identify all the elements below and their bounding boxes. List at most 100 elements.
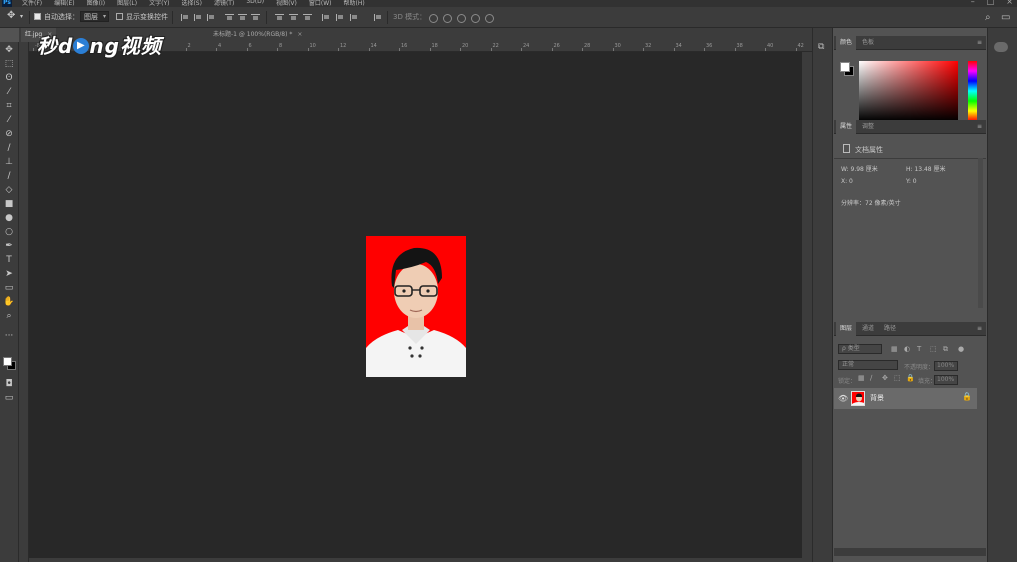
- 3d-slide-icon[interactable]: [470, 13, 480, 23]
- tab-untitled-1[interactable]: 未标题-1 @ 100%(RGB/8) * ×: [209, 28, 306, 42]
- tab-adjustments[interactable]: 调整: [858, 120, 878, 134]
- 3d-scale-icon[interactable]: [484, 13, 494, 23]
- rectangle-tool-icon[interactable]: ▭: [3, 282, 15, 294]
- lock-all-icon[interactable]: 🔒: [906, 374, 915, 382]
- distribute-left-icon[interactable]: [321, 13, 330, 22]
- auto-select-checkbox[interactable]: 自动选择：: [34, 11, 79, 23]
- zoom-tool-icon[interactable]: ⌕: [3, 310, 15, 322]
- blend-mode-dropdown[interactable]: 正常: [838, 360, 898, 370]
- hue-slider[interactable]: [968, 61, 977, 121]
- brush-tool-icon[interactable]: ∕: [3, 142, 15, 154]
- quick-mask-icon[interactable]: ◘: [3, 378, 15, 390]
- vertical-scrollbar[interactable]: [802, 52, 812, 562]
- filter-shape-icon[interactable]: ⬚: [930, 345, 937, 353]
- auto-select-dropdown[interactable]: 图层: [80, 11, 109, 23]
- search-icon[interactable]: ⌕: [985, 12, 991, 23]
- menu-item[interactable]: 选择(S): [181, 0, 202, 7]
- tab-layers[interactable]: 图层: [836, 322, 857, 336]
- crop-tool-icon[interactable]: ⌗: [3, 100, 15, 112]
- align-hcenter-icon[interactable]: [193, 13, 202, 22]
- distribute-top-icon[interactable]: [275, 13, 284, 22]
- eyedropper-icon[interactable]: ⁄: [3, 114, 15, 126]
- lock-pixels-icon[interactable]: ∕: [870, 374, 872, 382]
- hand-tool-icon[interactable]: ✋: [3, 296, 15, 308]
- visibility-eye-icon[interactable]: 👁: [838, 394, 848, 403]
- menu-item[interactable]: 文件(F): [22, 0, 42, 7]
- pen-tool-icon[interactable]: ✒: [3, 240, 15, 252]
- foreground-color[interactable]: [3, 357, 12, 366]
- filter-toggle-icon[interactable]: ●: [958, 345, 964, 353]
- tab-swatches[interactable]: 色板: [858, 36, 878, 50]
- more-tools-icon[interactable]: ···: [3, 330, 15, 342]
- healing-brush-icon[interactable]: ⊘: [3, 128, 15, 140]
- distribute-vcenter-icon[interactable]: [289, 13, 298, 22]
- color-foreground-swatch[interactable]: [840, 62, 850, 72]
- menu-item[interactable]: 编辑(E): [54, 0, 74, 7]
- history-panel-icon[interactable]: ⧉: [818, 42, 824, 52]
- layer-row-background[interactable]: 👁 背景 🔒: [834, 388, 977, 409]
- tool-preset-dropdown[interactable]: ▾: [20, 11, 23, 23]
- clone-stamp-icon[interactable]: ⊥: [3, 156, 15, 168]
- move-tool-icon[interactable]: ✥: [3, 44, 15, 56]
- history-brush-icon[interactable]: ∕: [3, 170, 15, 182]
- menu-item[interactable]: 窗口(W): [309, 0, 332, 7]
- screen-mode-icon[interactable]: ▭: [3, 392, 15, 404]
- menu-item[interactable]: 图层(L): [117, 0, 137, 7]
- filter-smart-icon[interactable]: ⧉: [943, 345, 948, 354]
- filter-pixel-icon[interactable]: ▦: [891, 345, 898, 353]
- menu-item[interactable]: 3D(D): [246, 0, 264, 7]
- 3d-roll-icon[interactable]: [442, 13, 452, 23]
- color-field[interactable]: [859, 61, 958, 121]
- maximize-icon[interactable]: □: [987, 0, 995, 6]
- close-icon[interactable]: ×: [1006, 0, 1013, 6]
- blur-tool-icon[interactable]: ●: [3, 212, 15, 224]
- align-top-icon[interactable]: [225, 13, 234, 22]
- align-right-icon[interactable]: [206, 13, 215, 22]
- menu-item[interactable]: 文字(Y): [149, 0, 169, 7]
- 3d-rotate-icon[interactable]: [428, 13, 438, 23]
- layer-filter-input[interactable]: ρ 类型: [838, 344, 882, 354]
- lock-transparent-icon[interactable]: ▦: [858, 374, 865, 382]
- magic-wand-icon[interactable]: ⁄: [3, 86, 15, 98]
- panel-menu-icon[interactable]: ≡: [977, 325, 982, 332]
- auto-align-icon[interactable]: [373, 13, 382, 22]
- foreground-background-swatch[interactable]: [3, 357, 16, 370]
- distribute-right-icon[interactable]: [349, 13, 358, 22]
- distribute-hcenter-icon[interactable]: [335, 13, 344, 22]
- filter-type-icon[interactable]: T: [917, 345, 921, 353]
- align-bottom-icon[interactable]: [251, 13, 260, 22]
- menu-item[interactable]: 图像(I): [87, 0, 105, 7]
- dodge-tool-icon[interactable]: ○: [3, 226, 15, 238]
- lasso-tool-icon[interactable]: ʘ: [3, 72, 15, 84]
- fill-input[interactable]: 100%: [934, 375, 958, 385]
- panel-menu-icon[interactable]: ≡: [977, 123, 982, 130]
- distribute-bottom-icon[interactable]: [303, 13, 312, 22]
- horizontal-scrollbar[interactable]: [29, 558, 802, 562]
- tab-paths[interactable]: 路径: [880, 322, 900, 336]
- marquee-tool-icon[interactable]: ⬚: [3, 58, 15, 70]
- tab-close-icon[interactable]: ×: [297, 31, 302, 38]
- minimize-icon[interactable]: –: [971, 0, 975, 6]
- workspace-icon[interactable]: ▭: [1001, 12, 1010, 23]
- align-vcenter-icon[interactable]: [238, 13, 247, 22]
- tab-channels[interactable]: 通道: [858, 322, 878, 336]
- tab-properties[interactable]: 属性: [836, 120, 857, 134]
- align-left-icon[interactable]: [180, 13, 189, 22]
- eraser-icon[interactable]: ◇: [3, 184, 15, 196]
- layer-lock-icon[interactable]: 🔒: [962, 392, 972, 401]
- lock-position-icon[interactable]: ✥: [882, 374, 888, 382]
- gradient-tool-icon[interactable]: ■: [3, 198, 15, 210]
- filter-adjustment-icon[interactable]: ◐: [904, 345, 910, 353]
- menu-item[interactable]: 帮助(H): [344, 0, 365, 7]
- panel-menu-icon[interactable]: ≡: [977, 39, 982, 46]
- 3d-pan-icon[interactable]: [456, 13, 466, 23]
- show-transform-checkbox[interactable]: 显示变换控件: [116, 11, 168, 23]
- menu-item[interactable]: 滤镜(T): [214, 0, 234, 7]
- move-tool-icon[interactable]: ✥: [7, 10, 15, 22]
- lock-artboard-icon[interactable]: ⬚: [894, 374, 901, 382]
- learn-panel-icon[interactable]: [994, 42, 1008, 52]
- type-tool-icon[interactable]: T: [3, 254, 15, 266]
- path-select-icon[interactable]: ➤: [3, 268, 15, 280]
- menu-item[interactable]: 视图(V): [276, 0, 297, 7]
- opacity-input[interactable]: 100%: [934, 361, 958, 371]
